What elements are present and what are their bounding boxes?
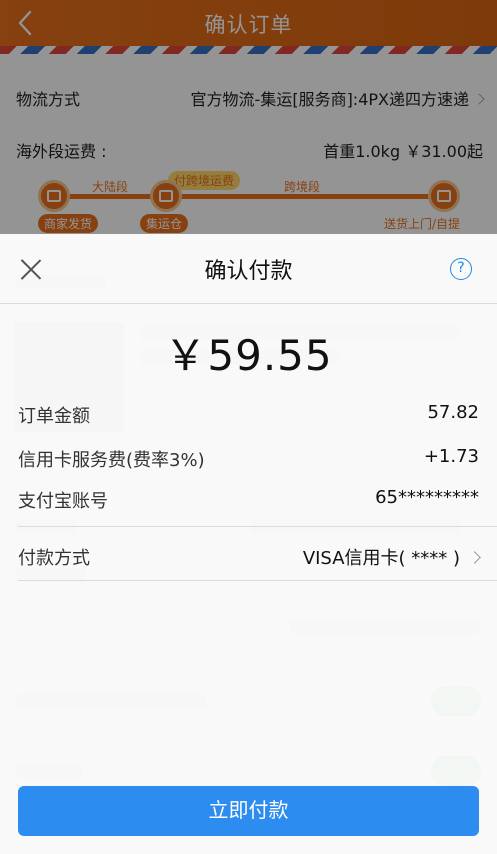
card-fee-value: +1.73 bbox=[423, 446, 479, 467]
pay-method-label: 付款方式 bbox=[18, 548, 90, 569]
chevron-right-icon bbox=[468, 551, 481, 564]
divider bbox=[18, 580, 497, 581]
pay-method-value: VISA信用卡( **** ) bbox=[303, 544, 481, 570]
payment-amount: ￥59.55 bbox=[164, 331, 333, 380]
help-icon[interactable]: ? bbox=[450, 258, 472, 280]
order-amount-label: 订单金额 bbox=[18, 406, 90, 427]
order-amount-value: 57.82 bbox=[427, 402, 479, 423]
sheet-header: 确认付款 ? bbox=[0, 234, 497, 304]
sheet-title: 确认付款 bbox=[204, 259, 293, 284]
divider bbox=[18, 526, 497, 527]
payment-sheet: 确认付款 ? ￥59.55 订单金额 57.82 信用卡服务费(费率3%) +1… bbox=[0, 234, 497, 854]
alipay-account-value: 65********* bbox=[375, 487, 479, 508]
pay-now-button[interactable]: 立即付款 bbox=[18, 786, 479, 836]
alipay-account-label: 支付宝账号 bbox=[18, 491, 108, 512]
card-fee-label: 信用卡服务费(费率3%) bbox=[18, 450, 205, 471]
